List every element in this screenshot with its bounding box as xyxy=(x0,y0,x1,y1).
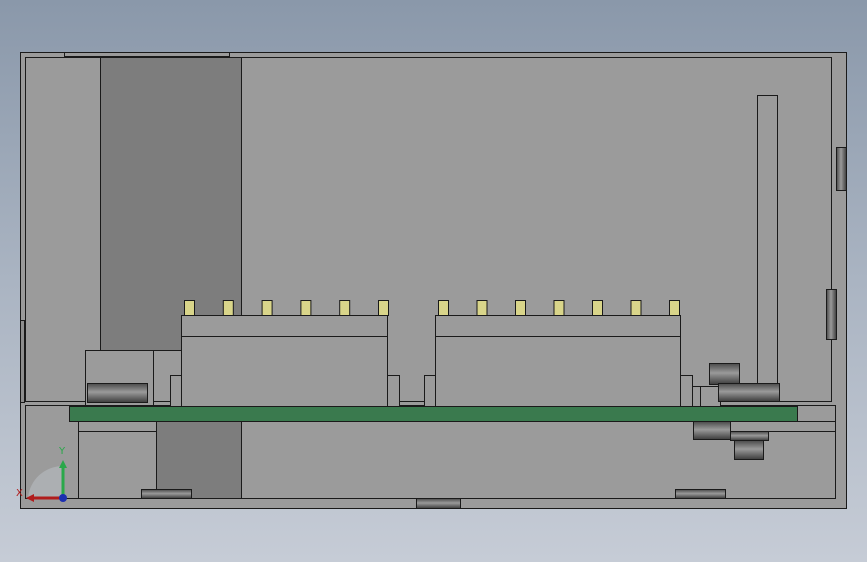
connector-left xyxy=(170,300,400,407)
left-lower-block xyxy=(78,431,157,499)
dark-panel-upper xyxy=(100,57,242,351)
right-boss-lower xyxy=(826,289,837,340)
connector-right-body xyxy=(435,336,681,407)
connector-left-pin xyxy=(300,300,312,316)
connector-left-latch-right xyxy=(387,375,400,407)
triad-y-label: Y xyxy=(58,446,66,457)
connector-left-latch-left xyxy=(170,375,182,407)
right-boss-upper xyxy=(836,147,847,191)
under-standoff-2 xyxy=(730,431,769,441)
connector-left-pin xyxy=(261,300,273,316)
connector-left-pin xyxy=(222,300,234,316)
connector-right-pin xyxy=(592,300,603,316)
right-standoff-top xyxy=(709,363,740,385)
foot-right xyxy=(675,489,726,499)
connector-left-pin xyxy=(339,300,351,316)
connector-right-latch-left xyxy=(424,375,436,407)
connector-right xyxy=(424,300,693,407)
under-standoff-3 xyxy=(734,440,764,460)
foot-left xyxy=(141,489,192,499)
right-standoff-base xyxy=(718,383,780,402)
connector-right-pin xyxy=(630,300,642,316)
vertical-post xyxy=(757,95,778,391)
connector-left-pin xyxy=(378,300,389,316)
pcb-board xyxy=(69,406,798,422)
connector-right-pin xyxy=(515,300,526,316)
connector-right-pin xyxy=(438,300,449,316)
connector-right-header xyxy=(435,315,681,337)
connector-right-pin xyxy=(476,300,488,316)
triad-z-axis xyxy=(59,494,67,502)
left-edge-strip xyxy=(20,320,25,403)
right-ledge xyxy=(797,405,836,422)
connector-right-pin xyxy=(669,300,680,316)
left-standoff xyxy=(87,383,148,403)
right-ledge-2 xyxy=(720,421,836,432)
connector-left-header xyxy=(181,315,388,337)
connector-left-body xyxy=(181,336,388,407)
dark-panel-lower xyxy=(156,421,242,499)
connector-right-latch-right xyxy=(680,375,693,407)
small-block-2 xyxy=(700,386,721,407)
cad-drawing-view: X Y xyxy=(16,52,847,509)
under-standoff-1 xyxy=(693,421,731,440)
left-lower-bracket xyxy=(78,421,157,432)
connector-right-pin xyxy=(553,300,565,316)
small-block xyxy=(692,386,701,407)
left-bracket xyxy=(78,350,157,499)
enclosure-top-lip xyxy=(64,52,230,57)
foot-center xyxy=(416,498,461,509)
triad-x-label: X xyxy=(16,488,23,499)
connector-left-pin xyxy=(184,300,195,316)
